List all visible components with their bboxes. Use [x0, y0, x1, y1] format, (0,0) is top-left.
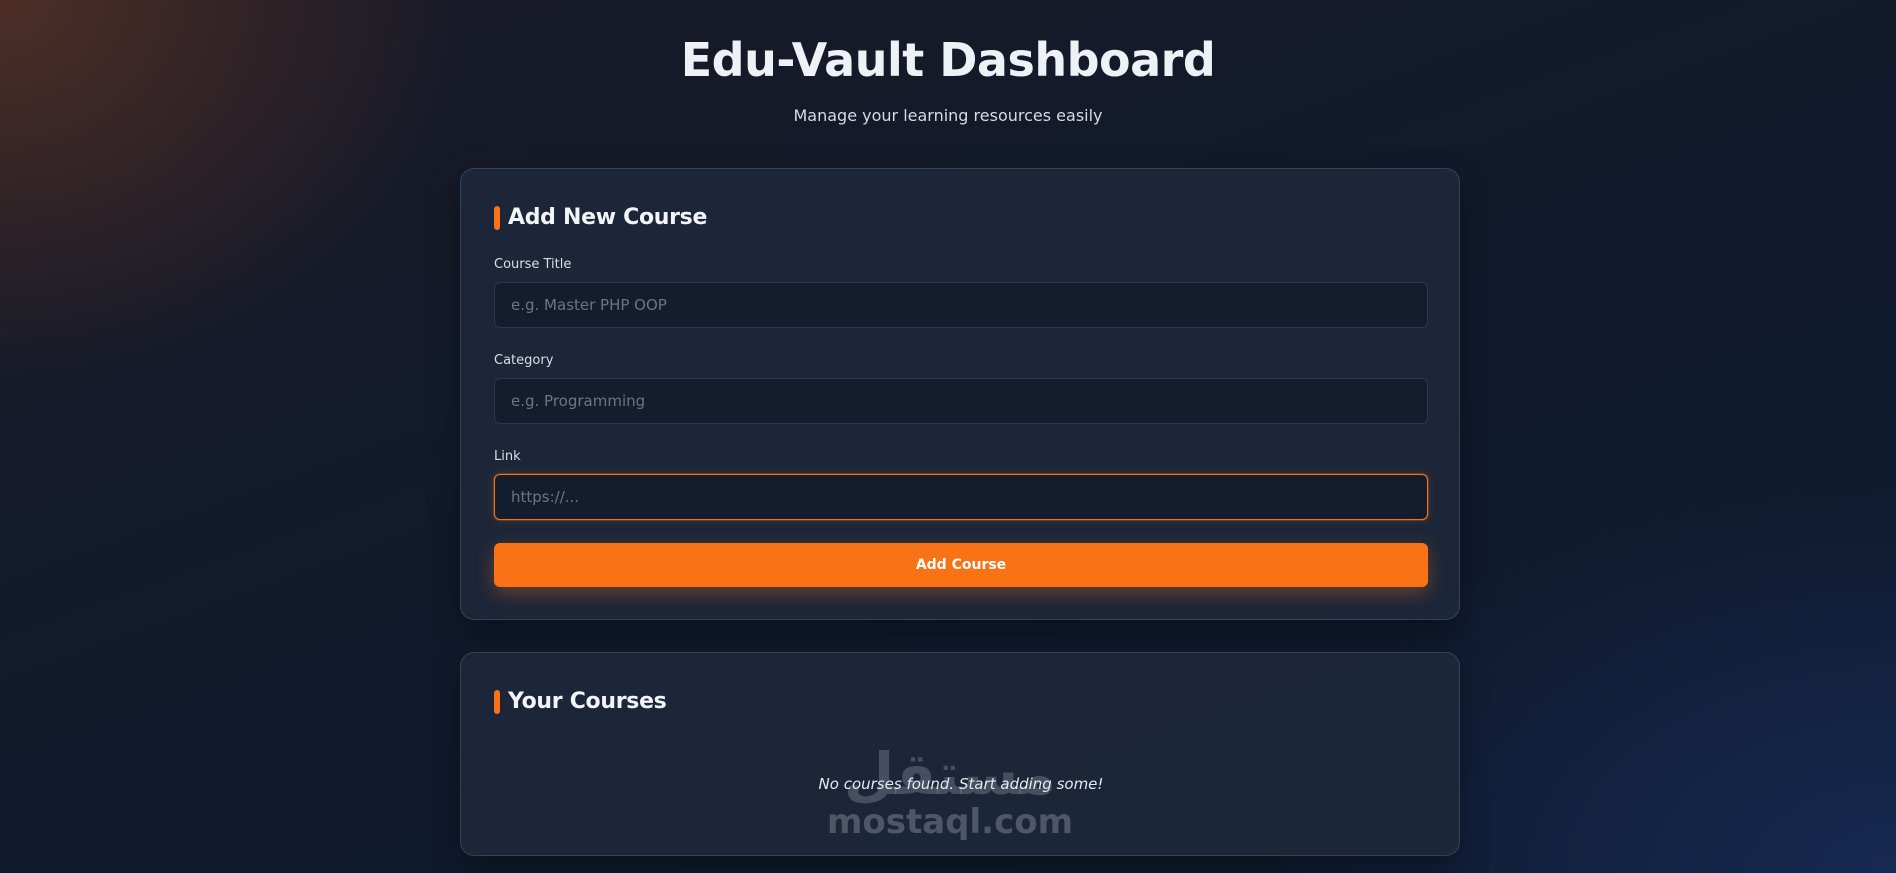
add-course-heading: Add New Course: [494, 205, 707, 231]
page-title: Edu-Vault Dashboard: [680, 33, 1216, 87]
add-course-card: Add New Course Course Title Category Lin…: [460, 168, 1460, 620]
your-courses-heading: Your Courses: [494, 689, 667, 715]
course-title-label: Course Title: [494, 257, 572, 272]
add-course-title: Add New Course: [508, 205, 708, 230]
your-courses-title: Your Courses: [508, 689, 667, 714]
category-label: Category: [494, 353, 554, 368]
link-label: Link: [494, 449, 521, 464]
page-subtitle: Manage your learning resources easily: [793, 106, 1103, 125]
link-input[interactable]: [494, 474, 1428, 520]
category-input[interactable]: [494, 378, 1428, 424]
course-title-input[interactable]: [494, 282, 1428, 328]
page-header: Edu-Vault Dashboard Manage your learning…: [0, 32, 1896, 126]
heading-accent-bar: [494, 206, 500, 230]
your-courses-card: Your Courses No courses found. Start add…: [460, 652, 1460, 856]
heading-accent-bar: [494, 690, 500, 714]
empty-state-message: No courses found. Start adding some!: [818, 775, 1104, 793]
add-course-button[interactable]: Add Course: [494, 543, 1428, 587]
